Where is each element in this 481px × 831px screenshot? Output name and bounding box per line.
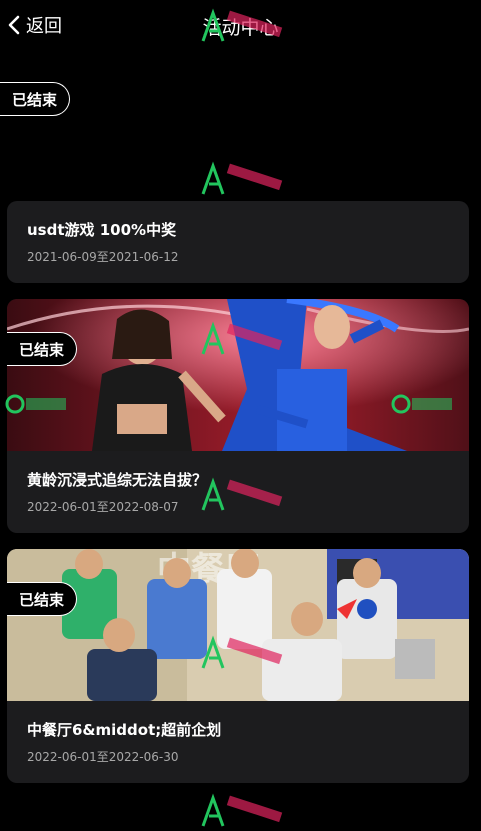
activity-banner-image [7,299,469,451]
status-badge: 已结束 [7,582,78,616]
watermark-logo [201,161,283,195]
status-badge: 已结束 [0,82,71,116]
activity-title: 黄龄沉浸式追综无法自拔？ [27,471,208,489]
activity-info: 中餐厅6&middot;超前企划 2022-06-01至2022-06-30 [7,701,469,783]
top-bar: 返回 活动中心 [0,0,481,50]
activity-card-3[interactable]: 中餐厅 中餐厅6&middot;超前企划 2022-06-01至2022-06-… [7,549,469,783]
activity-card-1[interactable]: usdt游戏 100%中奖 2021-06-09至2021-06-12 [7,201,469,283]
watermark-logo [201,793,283,827]
activity-title: 中餐厅6&middot;超前企划 [27,721,222,739]
activity-card-2[interactable]: 黄龄沉浸式追综无法自拔？ 2022-06-01至2022-08-07 已结束 [7,299,469,533]
activity-title: usdt游戏 100%中奖 [27,221,177,239]
status-badge: 已结束 [7,332,78,366]
activity-date: 2022-06-01至2022-08-07 [27,500,179,514]
activity-info: usdt游戏 100%中奖 2021-06-09至2021-06-12 [7,201,469,283]
page-title: 活动中心 [202,17,279,39]
activity-date: 2022-06-01至2022-06-30 [27,750,179,764]
activity-info: 黄龄沉浸式追综无法自拔？ 2022-06-01至2022-08-07 [7,451,469,533]
activity-date: 2021-06-09至2021-06-12 [27,250,179,264]
activity-banner-image: 中餐厅 [7,549,469,701]
